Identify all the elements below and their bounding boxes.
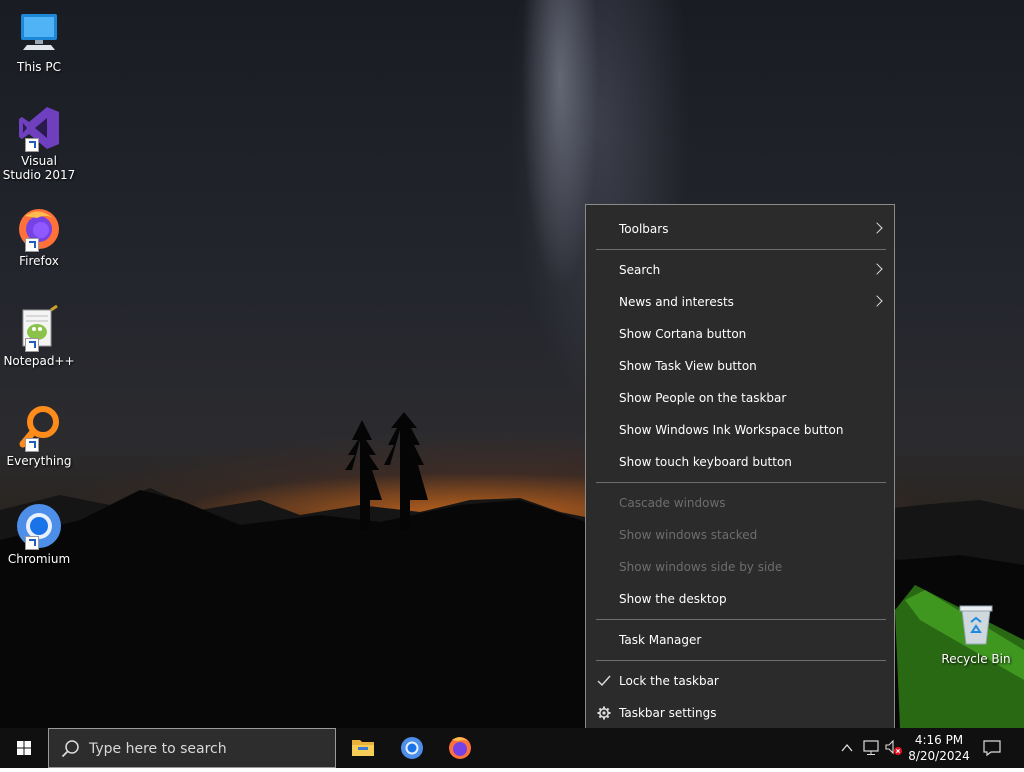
windows-logo-icon <box>17 741 31 755</box>
menu-item-news-and-interests[interactable]: News and interests <box>586 286 894 318</box>
menu-item-search[interactable]: Search <box>586 254 894 286</box>
visual-studio-icon <box>15 104 63 152</box>
menu-item-label: Task Manager <box>619 633 702 647</box>
menu-item-label: Taskbar settings <box>619 706 717 720</box>
desktop-icon-everything[interactable]: Everything <box>2 404 76 468</box>
firefox-icon <box>15 204 63 252</box>
search-placeholder: Type here to search <box>89 741 227 757</box>
menu-item-label: Show Windows Ink Workspace button <box>619 423 844 437</box>
chromium-icon <box>15 502 63 550</box>
shortcut-arrow-icon <box>25 138 39 152</box>
shortcut-arrow-icon <box>25 238 39 252</box>
clock-time: 4:16 PM <box>914 733 964 747</box>
menu-item-label: Show windows side by side <box>619 560 783 574</box>
desktop-icon-label: Notepad++ <box>3 354 75 368</box>
menu-divider <box>596 660 886 661</box>
menu-item-show-people[interactable]: Show People on the taskbar <box>586 382 894 414</box>
taskbar-app-firefox[interactable] <box>436 728 484 768</box>
gear-icon <box>597 706 611 720</box>
chevron-right-icon <box>871 222 883 234</box>
shortcut-arrow-icon <box>25 338 39 352</box>
desktop-icon-label: Chromium <box>7 552 71 566</box>
taskbar-app-chromium[interactable] <box>388 728 436 768</box>
chevron-right-icon <box>871 295 883 307</box>
file-explorer-icon <box>352 740 374 756</box>
menu-item-label: Show Cortana button <box>619 327 747 341</box>
menu-item-label: Show the desktop <box>619 592 727 606</box>
desktop-icon-visual-studio[interactable]: Visual Studio 2017 <box>2 104 76 182</box>
recycle-bin-icon <box>952 600 1000 648</box>
menu-divider <box>596 619 886 620</box>
menu-divider <box>596 249 886 250</box>
search-icon <box>61 740 79 758</box>
menu-item-label: Toolbars <box>619 222 669 236</box>
menu-item-taskbar-settings[interactable]: Taskbar settings <box>586 697 894 729</box>
desktop-icon-label: Visual Studio 2017 <box>2 154 76 182</box>
menu-item-windows-side-by-side: Show windows side by side <box>586 551 894 583</box>
taskbar-app-file-explorer[interactable] <box>339 728 387 768</box>
taskbar-context-menu: Toolbars Search News and interests Show … <box>585 204 895 736</box>
taskbar-search-box[interactable]: Type here to search <box>48 728 336 768</box>
menu-item-show-cortana[interactable]: Show Cortana button <box>586 318 894 350</box>
everything-search-icon <box>15 404 63 452</box>
desktop-icon-chromium[interactable]: Chromium <box>2 502 76 566</box>
menu-item-task-manager[interactable]: Task Manager <box>586 624 894 656</box>
menu-item-show-task-view[interactable]: Show Task View button <box>586 350 894 382</box>
action-center-icon[interactable] <box>982 739 1002 757</box>
shortcut-arrow-icon <box>25 438 39 452</box>
desktop-icon-label: This PC <box>17 60 61 74</box>
desktop-icon-notepadpp[interactable]: Notepad++ <box>2 304 76 368</box>
menu-item-toolbars[interactable]: Toolbars <box>586 213 894 245</box>
menu-item-label: Show Task View button <box>619 359 757 373</box>
menu-item-windows-stacked: Show windows stacked <box>586 519 894 551</box>
menu-item-show-touch-keyboard[interactable]: Show touch keyboard button <box>586 446 894 478</box>
desktop-icon-firefox[interactable]: Firefox <box>2 204 76 268</box>
notepadpp-icon <box>15 304 63 352</box>
menu-item-label: Lock the taskbar <box>619 674 719 688</box>
chromium-icon <box>401 737 423 759</box>
menu-item-show-ink-workspace[interactable]: Show Windows Ink Workspace button <box>586 414 894 446</box>
menu-item-label: Search <box>619 263 661 277</box>
menu-item-show-desktop[interactable]: Show the desktop <box>586 583 894 615</box>
menu-item-label: Show windows stacked <box>619 528 758 542</box>
desktop-icon-recycle-bin[interactable]: Recycle Bin <box>940 600 1012 666</box>
clock-date: 8/20/2024 <box>908 749 970 763</box>
menu-item-lock-taskbar[interactable]: Lock the taskbar <box>586 665 894 697</box>
taskbar-clock[interactable]: 4:16 PM 8/20/2024 <box>906 732 972 764</box>
start-button[interactable] <box>0 728 48 768</box>
menu-divider <box>596 482 886 483</box>
desktop-icon-this-pc[interactable]: This PC <box>2 10 76 74</box>
computer-icon <box>15 10 63 58</box>
desktop-icon-label: Everything <box>6 454 72 468</box>
menu-item-label: Show touch keyboard button <box>619 455 792 469</box>
desktop-icon-label: Recycle Bin <box>941 652 1011 666</box>
network-icon[interactable] <box>862 740 880 756</box>
menu-item-label: News and interests <box>619 295 734 309</box>
chevron-up-icon[interactable] <box>840 741 854 755</box>
desktop-icon-label: Firefox <box>19 254 59 268</box>
volume-muted-icon[interactable] <box>884 739 904 757</box>
menu-item-cascade-windows: Cascade windows <box>586 487 894 519</box>
chevron-right-icon <box>871 263 883 275</box>
menu-item-label: Show People on the taskbar <box>619 391 787 405</box>
menu-item-label: Cascade windows <box>619 496 726 510</box>
checkmark-icon <box>597 675 611 687</box>
firefox-icon <box>449 737 471 759</box>
shortcut-arrow-icon <box>25 536 39 550</box>
taskbar[interactable]: Type here to search 4:16 PM 8/20/2024 <box>0 728 1024 768</box>
